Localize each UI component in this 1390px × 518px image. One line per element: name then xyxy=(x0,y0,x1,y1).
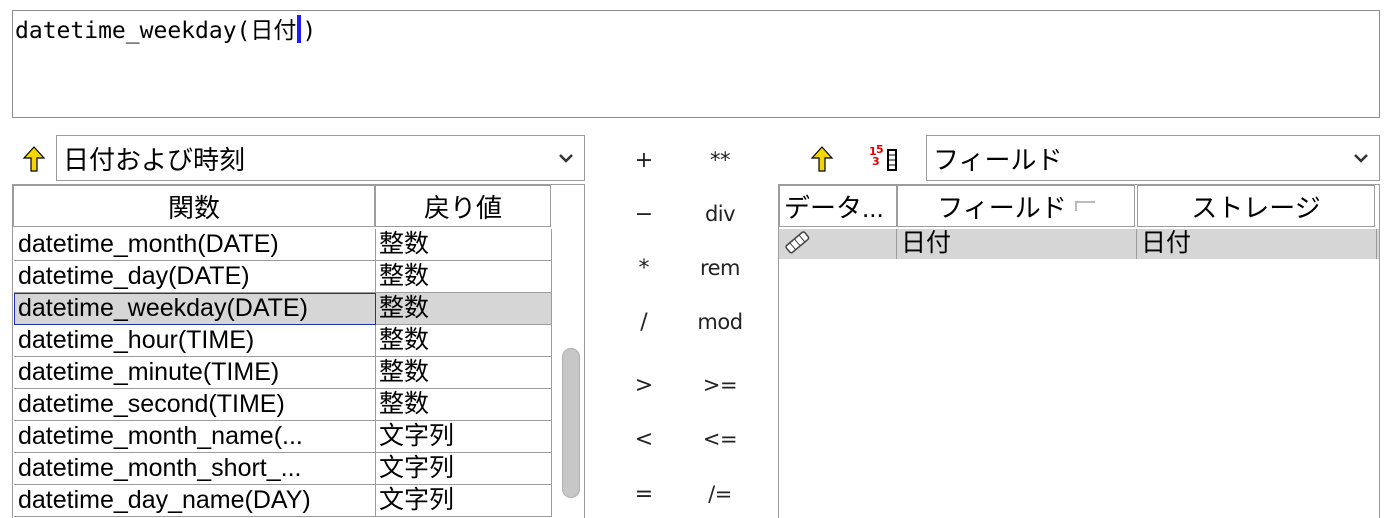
storage-cell: 日付 xyxy=(1137,229,1377,259)
chevron-down-icon[interactable] xyxy=(1343,153,1379,163)
table-row[interactable]: datetime_hour(TIME) 整数 xyxy=(13,325,553,357)
function-table[interactable]: 関数 戻り値 datetime_month(DATE) 整数 datetime_… xyxy=(12,184,585,518)
operator-less-button[interactable]: < xyxy=(614,422,674,456)
expression-editor[interactable]: datetime_weekday(日付) xyxy=(12,10,1380,118)
function-cell: datetime_day_name(DAY) xyxy=(14,485,376,517)
operator-mod-button[interactable]: mod xyxy=(690,305,750,339)
return-cell: 文字列 xyxy=(376,421,552,453)
function-cell: datetime_minute(TIME) xyxy=(14,357,376,389)
operator-greater-equal-button[interactable]: >= xyxy=(690,368,750,402)
operator-multiply-button[interactable]: * xyxy=(614,251,674,285)
field-name-cell: 日付 xyxy=(897,229,1137,259)
function-cell: datetime_month_name(... xyxy=(14,421,376,453)
up-arrow-icon[interactable] xyxy=(808,144,836,174)
operator-equal-button[interactable]: = xyxy=(614,477,674,511)
field-category-select[interactable]: フィールド xyxy=(926,135,1380,181)
function-cell: datetime_weekday(DATE) xyxy=(14,293,376,325)
operator-plus-button[interactable]: + xyxy=(614,143,674,177)
return-cell: 整数 xyxy=(376,293,552,325)
return-cell: 整数 xyxy=(376,229,552,261)
date-field-icon xyxy=(779,229,897,259)
operator-greater-button[interactable]: > xyxy=(614,368,674,402)
table-row[interactable]: datetime_month_name(... 文字列 xyxy=(13,421,553,453)
table-row[interactable]: datetime_day(DATE) 整数 xyxy=(13,261,553,293)
column-header-return[interactable]: 戻り値 xyxy=(375,185,551,227)
field-category-value: フィールド xyxy=(933,144,1063,175)
operator-less-equal-button[interactable]: <= xyxy=(690,422,750,456)
table-row-selected[interactable]: datetime_weekday(DATE) 整数 xyxy=(13,293,553,325)
column-header-storage[interactable]: ストレージ xyxy=(1137,185,1375,227)
column-header-function[interactable]: 関数 xyxy=(13,185,375,227)
field-table[interactable]: データ... フィールド ストレージ 日付 日付 xyxy=(778,184,1380,518)
table-row-selected[interactable]: 日付 日付 xyxy=(779,229,1379,259)
return-cell: 文字列 xyxy=(376,453,552,485)
up-arrow-icon[interactable] xyxy=(20,144,48,174)
function-cell: datetime_day(DATE) xyxy=(14,261,376,293)
column-header-field[interactable]: フィールド xyxy=(897,185,1135,227)
return-cell: 整数 xyxy=(376,325,552,357)
table-row[interactable]: datetime_month(DATE) 整数 xyxy=(13,229,553,261)
table-row[interactable]: datetime_second(TIME) 整数 xyxy=(13,389,553,421)
operator-rem-button[interactable]: rem xyxy=(690,251,750,285)
operator-div-button[interactable]: div xyxy=(690,197,750,231)
column-header-field-label: フィールド xyxy=(937,192,1067,223)
operator-power-button[interactable]: ** xyxy=(690,143,750,177)
text-caret xyxy=(297,15,302,43)
function-cell: datetime_second(TIME) xyxy=(14,389,376,421)
return-cell: 文字列 xyxy=(376,485,552,517)
function-cell: datetime_month(DATE) xyxy=(14,229,376,261)
sort-indicator-icon xyxy=(1074,201,1095,211)
chevron-down-icon[interactable] xyxy=(548,153,584,163)
return-cell: 整数 xyxy=(376,261,552,293)
expression-text: datetime_weekday(日付) xyxy=(15,15,316,47)
svg-text:3: 3 xyxy=(872,155,880,168)
return-cell: 整数 xyxy=(376,389,552,421)
table-row[interactable]: datetime_month_short_... 文字列 xyxy=(13,453,553,485)
vertical-scrollbar-thumb[interactable] xyxy=(562,348,580,498)
operator-minus-button[interactable]: − xyxy=(614,197,674,231)
operator-not-equal-button[interactable]: /= xyxy=(690,477,750,511)
return-cell: 整数 xyxy=(376,357,552,389)
column-header-data-type[interactable]: データ... xyxy=(779,185,897,227)
operator-divide-button[interactable]: / xyxy=(614,305,674,339)
numeric-sort-icon[interactable]: 1 5 3 xyxy=(866,143,902,173)
function-cell: datetime_month_short_... xyxy=(14,453,376,485)
function-cell: datetime_hour(TIME) xyxy=(14,325,376,357)
function-category-value: 日付および時刻 xyxy=(63,144,246,175)
function-category-select[interactable]: 日付および時刻 xyxy=(56,135,585,181)
table-row[interactable]: datetime_minute(TIME) 整数 xyxy=(13,357,553,389)
table-row[interactable]: datetime_day_name(DAY) 文字列 xyxy=(13,485,553,517)
